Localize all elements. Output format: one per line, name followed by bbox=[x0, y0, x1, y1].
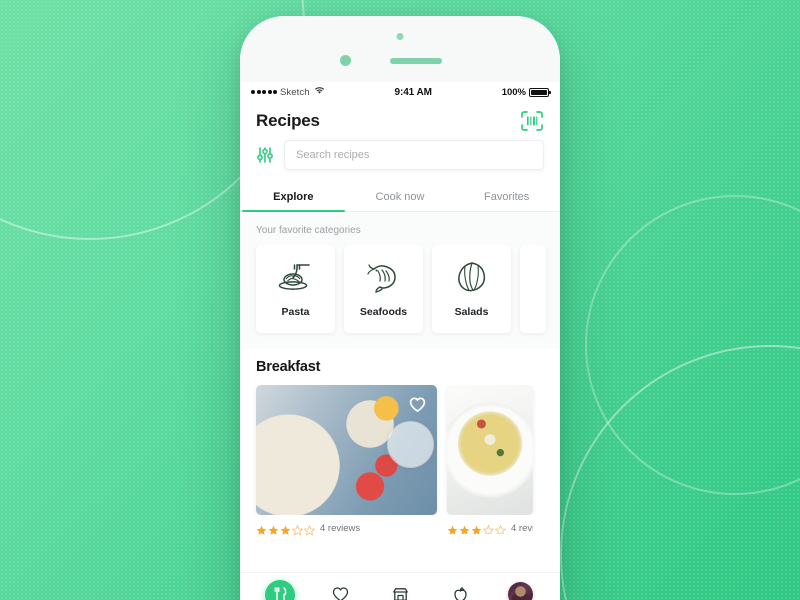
star-empty-icon bbox=[303, 523, 316, 536]
battery-icon bbox=[529, 87, 551, 97]
tab-cook-now[interactable]: Cook now bbox=[347, 182, 454, 211]
star-empty-icon bbox=[482, 523, 495, 534]
recipe-rating-1: 4 reviews bbox=[256, 523, 437, 536]
star-filled-icon bbox=[447, 523, 458, 534]
proximity-sensor-icon bbox=[340, 55, 351, 66]
recipe-card-2[interactable] bbox=[447, 385, 533, 515]
category-card-salads[interactable]: Salads bbox=[432, 245, 511, 333]
nav-item-healthy[interactable] bbox=[445, 580, 475, 600]
signal-strength-icon bbox=[251, 90, 277, 94]
touch-cursor-indicator bbox=[387, 421, 434, 468]
phone-frame: Sketch 9:41 AM 100% Recipes Search recip… bbox=[240, 16, 560, 600]
app-header: Recipes bbox=[240, 102, 560, 138]
filter-sliders-icon[interactable] bbox=[256, 146, 274, 164]
categories-section-label: Your favorite categories bbox=[256, 225, 361, 236]
page-title: Recipes bbox=[256, 111, 320, 130]
category-label: Seafoods bbox=[359, 306, 408, 318]
star-filled-icon bbox=[268, 523, 279, 535]
category-card-pasta[interactable]: Pasta bbox=[256, 245, 335, 333]
category-card-seafoods[interactable]: Seafoods bbox=[344, 245, 423, 333]
search-input[interactable] bbox=[296, 149, 532, 161]
category-card-next-partial[interactable] bbox=[520, 245, 546, 333]
status-bar-clock: 9:41 AM bbox=[394, 86, 432, 98]
review-count-label: 4 reviews bbox=[320, 523, 361, 534]
category-label: Salads bbox=[454, 306, 489, 318]
utensils-icon bbox=[271, 585, 290, 600]
status-bar: Sketch 9:41 AM 100% bbox=[240, 82, 560, 102]
lettuce-icon bbox=[453, 260, 491, 294]
star-empty-icon bbox=[291, 523, 304, 536]
barcode-scan-icon[interactable] bbox=[520, 110, 544, 132]
star-rating bbox=[447, 523, 507, 534]
category-label: Pasta bbox=[281, 306, 310, 318]
apple-icon bbox=[451, 585, 470, 600]
tab-favorites[interactable]: Favorites bbox=[453, 182, 560, 211]
status-bar-right: 100% bbox=[501, 86, 551, 98]
carrier-label: Sketch bbox=[280, 86, 310, 98]
wifi-icon bbox=[314, 86, 325, 98]
star-rating bbox=[256, 523, 316, 536]
review-count-label: 4 reviews bbox=[511, 523, 533, 534]
recipe-meta-row: 4 reviews 4 rev bbox=[240, 515, 560, 543]
battery-percent-label: 100% bbox=[501, 86, 526, 98]
breakfast-section-header: Breakfast bbox=[240, 349, 560, 385]
earpiece-speaker bbox=[390, 58, 442, 64]
heart-outline-icon[interactable] bbox=[408, 395, 427, 414]
tab-explore[interactable]: Explore bbox=[240, 182, 347, 212]
nav-item-favorites[interactable] bbox=[325, 580, 355, 600]
storefront-icon bbox=[391, 585, 410, 600]
star-filled-icon bbox=[280, 523, 291, 535]
app-mockup-stage: Sketch 9:41 AM 100% Recipes Search recip… bbox=[0, 0, 800, 600]
nav-item-shop[interactable] bbox=[385, 580, 415, 600]
pasta-carbonara-photo bbox=[447, 385, 533, 515]
tab-bar: Explore Cook now Favorites bbox=[240, 182, 560, 212]
profile-avatar bbox=[507, 582, 533, 600]
phone-screen: Sketch 9:41 AM 100% Recipes Search recip… bbox=[240, 82, 560, 600]
bottom-navigation-bar bbox=[240, 572, 560, 600]
star-empty-icon bbox=[494, 523, 507, 534]
pasta-plate-icon bbox=[277, 260, 315, 294]
shrimp-icon bbox=[365, 260, 403, 294]
content-scroll-area[interactable]: Your favorite categories Pasta Seafoods … bbox=[240, 212, 560, 543]
star-filled-icon bbox=[471, 523, 482, 534]
recipe-rating-2: 4 reviews bbox=[447, 523, 533, 534]
phone-top-bezel bbox=[240, 16, 560, 82]
status-bar-left: Sketch bbox=[251, 86, 325, 98]
nav-item-profile[interactable] bbox=[505, 580, 535, 600]
nav-item-recipes[interactable] bbox=[265, 579, 295, 600]
categories-carousel[interactable]: Pasta Seafoods Salads bbox=[240, 245, 560, 349]
recipe-thumbnail[interactable] bbox=[447, 385, 533, 515]
star-filled-icon bbox=[256, 523, 267, 535]
search-row bbox=[240, 138, 560, 182]
section-title: Breakfast bbox=[256, 359, 321, 375]
search-box[interactable] bbox=[284, 140, 544, 170]
front-camera-icon bbox=[396, 33, 404, 40]
star-filled-icon bbox=[459, 523, 470, 534]
heart-icon bbox=[331, 585, 350, 600]
